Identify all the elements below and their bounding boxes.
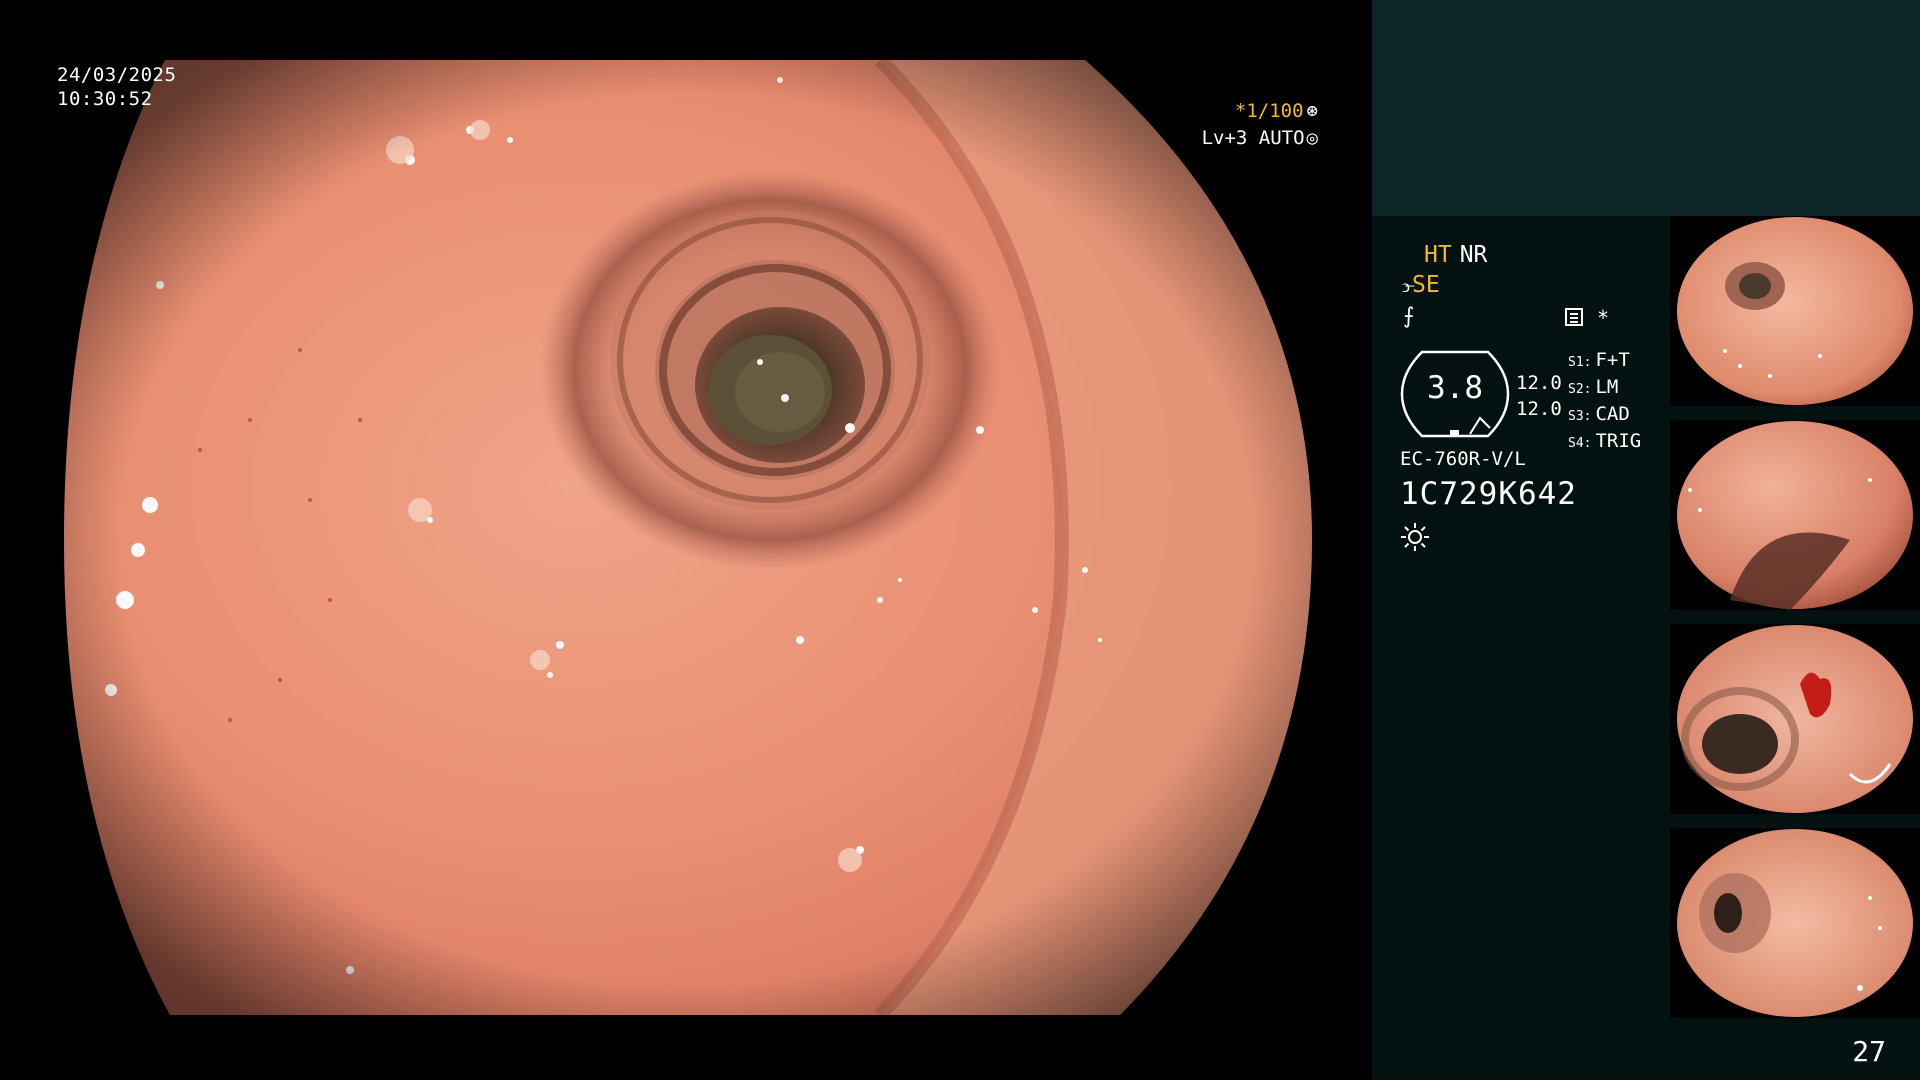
mode-ht: HT xyxy=(1424,242,1452,268)
scope-model: EC-760R-V/L xyxy=(1400,448,1526,470)
zoom-gauge: 3.8 xyxy=(1400,350,1510,438)
gauge-params: 12.0 12.0 xyxy=(1516,370,1562,422)
thumbnail-1[interactable] xyxy=(1670,216,1920,406)
switch-s3: S3: CAD xyxy=(1568,403,1630,425)
shutter-speed: *1/100 ⊛ xyxy=(1235,100,1318,122)
thumbnail-strip xyxy=(1670,216,1920,1020)
exposure-level-value: Lv+3 AUTO xyxy=(1201,127,1305,149)
sun-icon xyxy=(1401,523,1429,551)
scope-serial: 1C729K642 xyxy=(1400,476,1577,512)
switch-settings: S1: F+T S2: LM S3: CAD S4: TRIG xyxy=(1568,348,1641,456)
switch-s2: S2: LM xyxy=(1568,376,1619,398)
page-number: 27 xyxy=(1852,1035,1886,1068)
structure-enhancement-icon: ↄ̶ xyxy=(1402,276,1410,297)
iris-icon: ◎ xyxy=(1306,127,1318,149)
structure-enhancement-row: ↄ̶SE xyxy=(1402,272,1440,298)
switch-s1: S1: F+T xyxy=(1568,349,1630,371)
thumbnail-3[interactable] xyxy=(1670,624,1920,814)
mode-nr: NR xyxy=(1459,242,1488,268)
switch-s4: S4: TRIG xyxy=(1568,430,1642,452)
se-label: SE xyxy=(1412,272,1440,298)
shutter-speed-value: *1/100 xyxy=(1234,100,1304,122)
shutter-icon: ⊛ xyxy=(1306,100,1318,122)
record-icon xyxy=(1565,308,1583,326)
exposure-level: Lv+3 AUTO ◎ xyxy=(1202,127,1318,149)
gauge-value: 3.8 xyxy=(1427,370,1483,406)
panel-header-block xyxy=(1372,0,1920,216)
freeze-icon: ⨍ xyxy=(1403,304,1415,329)
capture-time: 10:30:52 xyxy=(57,88,153,110)
image-mode-row: HT NR xyxy=(1424,242,1487,268)
endoscope-view: 24/03/2025 10:30:52 *1/100 ⊛ Lv+3 AUTO ◎ xyxy=(0,0,1372,1080)
thumbnail-2[interactable] xyxy=(1670,420,1920,610)
param-2: 12.0 xyxy=(1516,398,1562,420)
capture-date: 24/03/2025 xyxy=(57,64,177,86)
param-1: 12.0 xyxy=(1516,372,1562,394)
endoscopic-image xyxy=(64,60,1312,1015)
device-info: HT NR ↄ̶SE ⨍ * 3.8 12.0 12.0 S1: F+T S2: LM… xyxy=(1372,216,1672,1080)
thumbnail-4[interactable] xyxy=(1670,828,1920,1018)
asterisk-icon: * xyxy=(1597,306,1610,330)
